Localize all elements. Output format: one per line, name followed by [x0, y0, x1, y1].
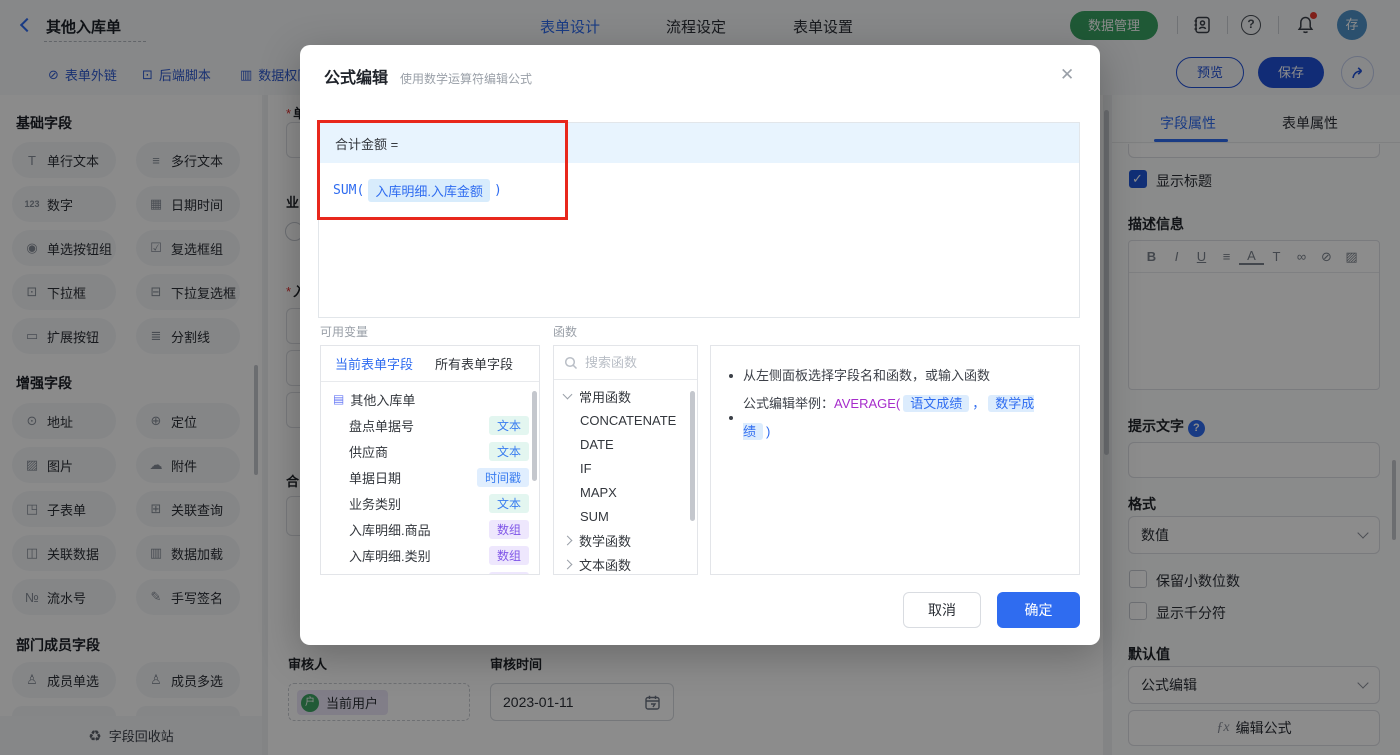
tip-comma: ， [972, 396, 986, 411]
function-group-text[interactable]: 文本函数 [554, 552, 697, 574]
tip-example: 公式编辑举例：AVERAGE(语文成绩，数学成绩) [743, 390, 1061, 446]
group-label: 文本函数 [579, 557, 632, 573]
variable-name: 供应商 [349, 444, 389, 460]
search-icon [564, 356, 578, 370]
tip-chip: 语文成绩 [903, 395, 970, 412]
tab-current-form-fields[interactable]: 当前表单字段 [335, 354, 413, 373]
function-group-common[interactable]: 常用函数 [554, 384, 697, 408]
group-label: 常用函数 [579, 389, 632, 405]
tip-line: 从左侧面板选择字段名和函数，或输入函数 [729, 362, 1061, 390]
variable-row[interactable]: 入库明细.商品 数组 [321, 516, 539, 542]
type-badge: 文本 [488, 441, 529, 461]
variable-name: 入库明细.类别 [349, 548, 431, 564]
function-item[interactable]: DATE [554, 432, 697, 456]
variable-row[interactable]: 盘点单据号 文本 [321, 412, 539, 438]
function-group-math[interactable]: 数学函数 [554, 528, 697, 552]
cancel-button[interactable]: 取消 [903, 592, 981, 628]
functions-panel: 常用函数 CONCATENATE DATE IF MAPX SUM 数学函数 文… [553, 345, 698, 575]
variable-row[interactable]: 入库明细.类别 数组 [321, 542, 539, 568]
tab-all-form-fields[interactable]: 所有表单字段 [435, 354, 513, 373]
tip-function: AVERAGE( [834, 396, 901, 411]
function-item[interactable]: CONCATENATE [554, 408, 697, 432]
chevron-right-icon [562, 559, 573, 569]
chevron-down-icon [562, 389, 573, 400]
formula-edit-modal: 公式编辑 使用数学运算符编辑公式 ✕ 合计金额 = SUM( 入库明细.入库金额… [300, 45, 1100, 645]
formula-target: 合计金额 = [335, 136, 399, 152]
variable-row[interactable]: 入库明细.入库金额 数组 [321, 568, 539, 575]
tip-prefix: 公式编辑举例： [743, 396, 835, 411]
bullet-dot [729, 374, 733, 378]
type-badge: 文本 [488, 493, 529, 513]
tips-panel: 从左侧面板选择字段名和函数，或输入函数 公式编辑举例：AVERAGE(语文成绩，… [710, 345, 1080, 575]
variable-row[interactable]: 业务类别 文本 [321, 490, 539, 516]
modal-header: 公式编辑 使用数学运算符编辑公式 [324, 64, 532, 88]
tip-close-paren: ) [766, 424, 771, 439]
formula-field-chip[interactable]: 入库明细.入库金额 [368, 179, 490, 202]
function-search-input[interactable] [585, 355, 671, 370]
variable-root-label: 其他入库单 [350, 392, 416, 408]
variable-name: 单据日期 [349, 470, 402, 486]
variable-name: 入库明细.入库金额 [349, 572, 457, 575]
variable-root-row[interactable]: ▤ 其他入库单 [321, 386, 539, 412]
function-search[interactable] [554, 346, 697, 380]
function-name: DATE [580, 436, 614, 452]
type-badge: 数组 [488, 519, 529, 539]
variable-name: 入库明细.商品 [349, 522, 431, 538]
form-doc-icon: ▤ [333, 392, 345, 406]
variables-tabs: 当前表单字段 所有表单字段 [321, 346, 539, 382]
variable-name: 盘点单据号 [349, 418, 415, 434]
modal-title: 公式编辑 [324, 70, 389, 87]
confirm-button[interactable]: 确定 [997, 592, 1080, 628]
type-badge: 时间戳 [476, 467, 529, 487]
close-icon[interactable]: ✕ [1060, 65, 1074, 85]
function-name: CONCATENATE [580, 412, 677, 428]
functions-scrollbar[interactable] [690, 391, 695, 521]
group-label: 数学函数 [579, 533, 632, 549]
formula-expression: SUM( 入库明细.入库金额 ) [319, 163, 1079, 202]
function-name: MAPX [580, 484, 617, 500]
variables-panel: 当前表单字段 所有表单字段 ▤ 其他入库单 盘点单据号 文本 供应商 文本 单据日期… [320, 345, 540, 575]
function-name: SUM [580, 508, 609, 524]
formula-editor[interactable]: 合计金额 = SUM( 入库明细.入库金额 ) [318, 122, 1080, 318]
tip-text: 从左侧面板选择字段名和函数，或输入函数 [743, 368, 991, 383]
type-badge: 数组 [488, 571, 529, 574]
formula-function: SUM( [333, 183, 365, 198]
modal-subtitle: 使用数学运算符编辑公式 [400, 72, 533, 86]
variable-row[interactable]: 供应商 文本 [321, 438, 539, 464]
function-item[interactable]: IF [554, 456, 697, 480]
tip-line: 公式编辑举例：AVERAGE(语文成绩，数学成绩) [729, 390, 1061, 446]
formula-close-paren: ) [493, 183, 502, 198]
chevron-right-icon [562, 535, 573, 545]
variables-scrollbar[interactable] [532, 391, 537, 481]
variables-section-label: 可用变量 [320, 325, 369, 339]
formula-target-band: 合计金额 = [319, 123, 1079, 163]
type-badge: 文本 [488, 415, 529, 435]
variable-row[interactable]: 单据日期 时间戳 [321, 464, 539, 490]
type-badge: 数组 [488, 545, 529, 565]
bullet-dot [729, 416, 733, 420]
functions-section-label: 函数 [553, 325, 578, 339]
variable-name: 业务类别 [349, 496, 402, 512]
function-item[interactable]: MAPX [554, 480, 697, 504]
function-item[interactable]: SUM [554, 504, 697, 528]
function-name: IF [580, 460, 592, 476]
